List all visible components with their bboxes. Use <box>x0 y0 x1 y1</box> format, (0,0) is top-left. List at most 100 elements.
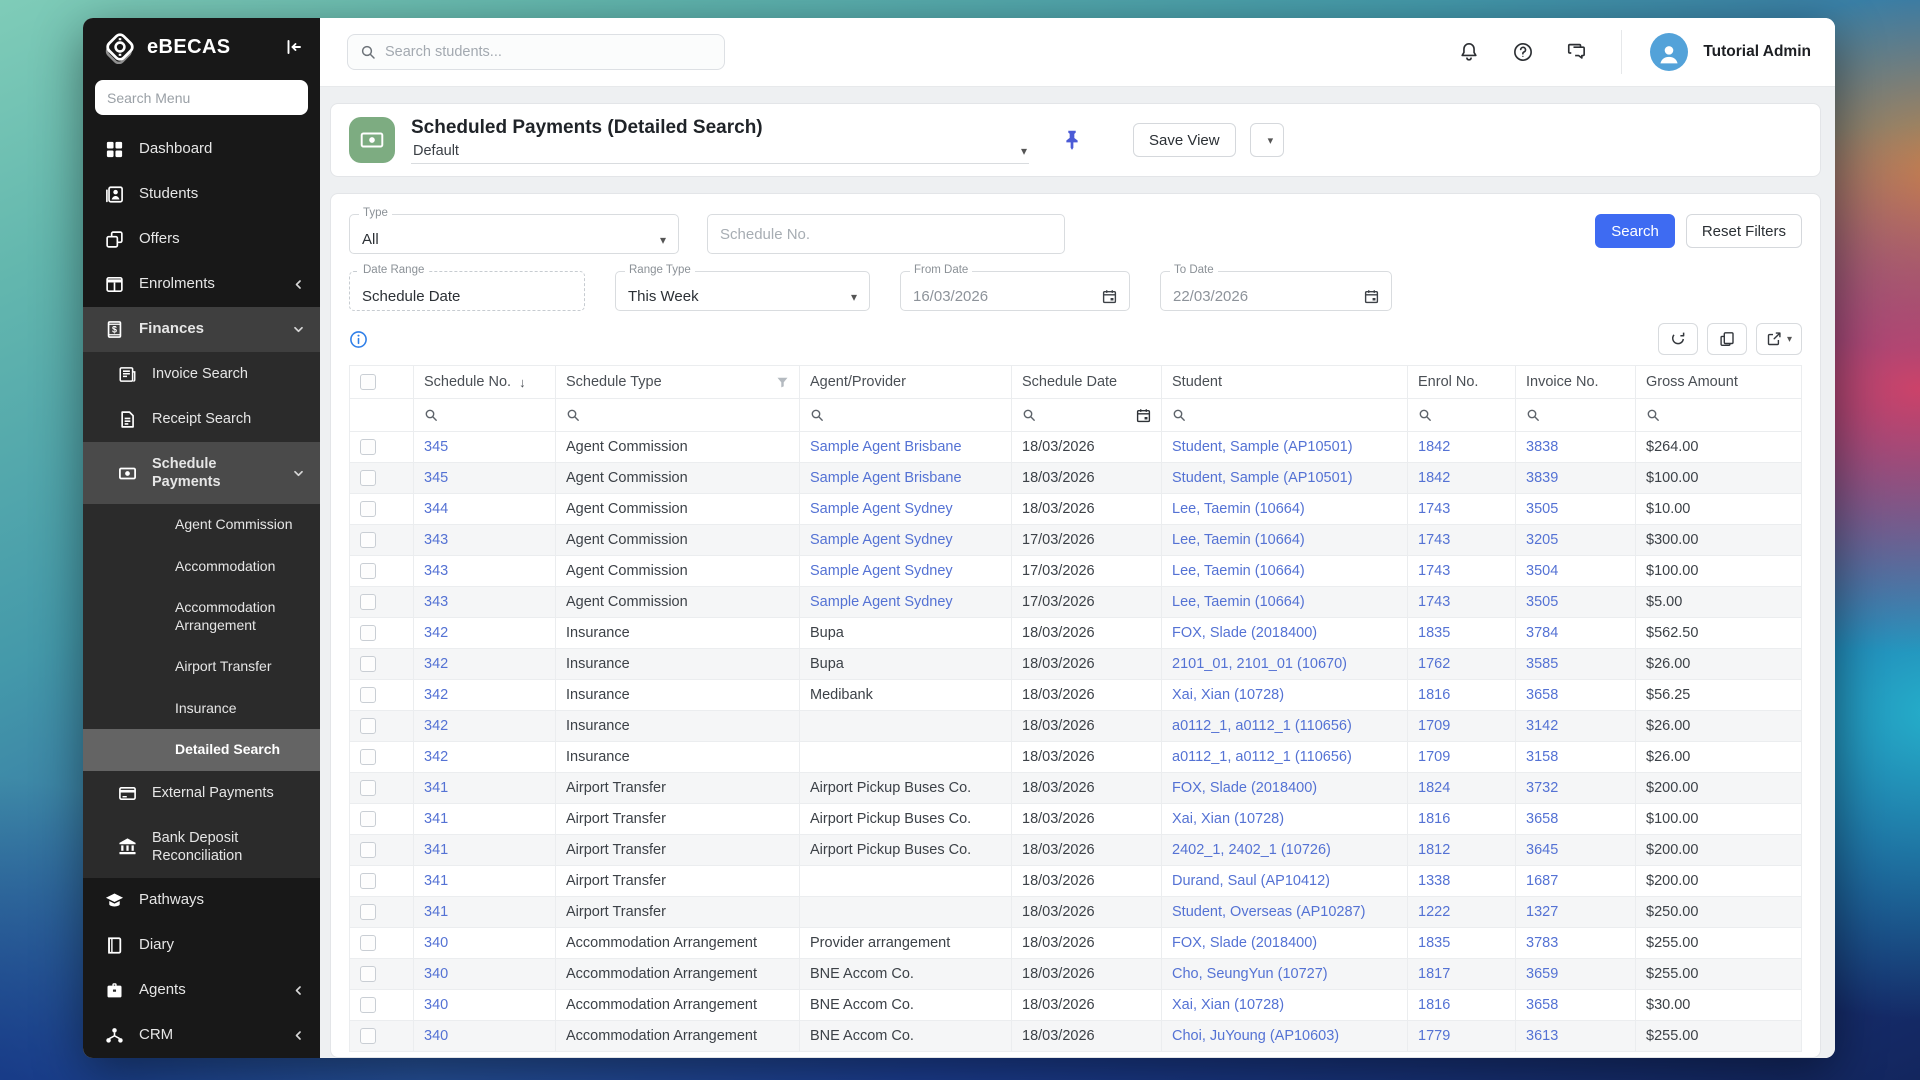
table-row[interactable]: 340Accommodation ArrangementBNE Accom Co… <box>350 990 1802 1021</box>
invoice-no-link[interactable]: 3645 <box>1526 842 1558 858</box>
schedule-no-link[interactable]: 342 <box>424 749 448 765</box>
row-checkbox[interactable] <box>360 749 376 765</box>
table-row[interactable]: 341Airport Transfer18/03/2026Durand, Sau… <box>350 866 1802 897</box>
invoice-no-link[interactable]: 3504 <box>1526 563 1558 579</box>
sidebar-item-airport-transfer[interactable]: Airport Transfer <box>83 646 320 688</box>
column-filter-schedule-date[interactable] <box>1012 399 1162 432</box>
filter-funnel-icon[interactable] <box>776 376 789 389</box>
agent-provider-link[interactable]: Sample Agent Brisbane <box>810 439 962 455</box>
enrol-no-link[interactable]: 1817 <box>1418 966 1450 982</box>
student-link[interactable]: 2101_01, 2101_01 (10670) <box>1172 656 1347 672</box>
schedule-no-link[interactable]: 345 <box>424 439 448 455</box>
agent-provider-link[interactable]: Sample Agent Sydney <box>810 563 953 579</box>
export-button[interactable]: ▾ <box>1756 323 1802 355</box>
table-row[interactable]: 340Accommodation ArrangementBNE Accom Co… <box>350 1021 1802 1052</box>
sidebar-item-agent-commission[interactable]: Agent Commission <box>83 504 320 546</box>
table-row[interactable]: 341Airport Transfer18/03/2026Student, Ov… <box>350 897 1802 928</box>
student-link[interactable]: a0112_1, a0112_1 (110656) <box>1172 718 1352 734</box>
row-checkbox[interactable] <box>360 904 376 920</box>
column-header-agent-provider[interactable]: Agent/Provider <box>800 366 1012 399</box>
invoice-no-link[interactable]: 3783 <box>1526 935 1558 951</box>
student-link[interactable]: Choi, JuYoung (AP10603) <box>1172 1028 1339 1044</box>
select-all-header[interactable] <box>350 366 414 399</box>
table-row[interactable]: 340Accommodation ArrangementBNE Accom Co… <box>350 959 1802 990</box>
row-checkbox[interactable] <box>360 532 376 548</box>
table-row[interactable]: 342Insurance18/03/2026a0112_1, a0112_1 (… <box>350 711 1802 742</box>
student-search-input[interactable]: Search students... <box>347 34 725 70</box>
enrol-no-link[interactable]: 1816 <box>1418 811 1450 827</box>
schedule-no-link[interactable]: 340 <box>424 935 448 951</box>
student-link[interactable]: Lee, Taemin (10664) <box>1172 532 1305 548</box>
table-row[interactable]: 340Accommodation ArrangementProvider arr… <box>350 928 1802 959</box>
table-row[interactable]: 342InsuranceBupa18/03/20262101_01, 2101_… <box>350 649 1802 680</box>
invoice-no-link[interactable]: 3158 <box>1526 749 1558 765</box>
schedule-no-link[interactable]: 342 <box>424 687 448 703</box>
column-header-schedule-type[interactable]: Schedule Type <box>556 366 800 399</box>
column-header-gross-amount[interactable]: Gross Amount <box>1636 366 1802 399</box>
enrol-no-link[interactable]: 1743 <box>1418 501 1450 517</box>
enrol-no-link[interactable]: 1835 <box>1418 935 1450 951</box>
enrol-no-link[interactable]: 1779 <box>1418 1028 1450 1044</box>
date-range-field[interactable]: Date Range Schedule Date <box>349 271 585 311</box>
column-filter-invoice-no[interactable] <box>1516 399 1636 432</box>
enrol-no-link[interactable]: 1842 <box>1418 439 1450 455</box>
invoice-no-link[interactable]: 3784 <box>1526 625 1558 641</box>
row-checkbox[interactable] <box>360 873 376 889</box>
student-link[interactable]: Student, Sample (AP10501) <box>1172 439 1353 455</box>
invoice-no-link[interactable]: 3613 <box>1526 1028 1558 1044</box>
schedule-no-link[interactable]: 341 <box>424 811 448 827</box>
sidebar-item-diary[interactable]: Diary <box>83 923 320 968</box>
column-header-schedule-date[interactable]: Schedule Date <box>1012 366 1162 399</box>
sidebar-item-accommodation-arrangement[interactable]: Accommodation Arrangement <box>83 587 320 646</box>
invoice-no-link[interactable]: 3585 <box>1526 656 1558 672</box>
agent-provider-link[interactable]: Sample Agent Sydney <box>810 594 953 610</box>
schedule-no-link[interactable]: 340 <box>424 997 448 1013</box>
sidebar-item-insurance[interactable]: Insurance <box>83 688 320 730</box>
sort-descending-icon[interactable]: ↓ <box>519 375 526 390</box>
table-row[interactable]: 342Insurance18/03/2026a0112_1, a0112_1 (… <box>350 742 1802 773</box>
schedule-no-link[interactable]: 343 <box>424 532 448 548</box>
student-link[interactable]: Lee, Taemin (10664) <box>1172 501 1305 517</box>
column-header-schedule-no[interactable]: Schedule No.↓ <box>414 366 556 399</box>
invoice-no-link[interactable]: 3142 <box>1526 718 1558 734</box>
user-menu[interactable]: Tutorial Admin <box>1650 33 1811 71</box>
agent-provider-link[interactable]: Sample Agent Sydney <box>810 501 953 517</box>
calendar-icon[interactable] <box>1102 289 1117 304</box>
enrol-no-link[interactable]: 1842 <box>1418 470 1450 486</box>
student-link[interactable]: FOX, Slade (2018400) <box>1172 780 1317 796</box>
student-link[interactable]: Xai, Xian (10728) <box>1172 687 1284 703</box>
row-checkbox[interactable] <box>360 439 376 455</box>
search-button[interactable]: Search <box>1595 214 1675 248</box>
row-checkbox[interactable] <box>360 718 376 734</box>
notifications-button[interactable] <box>1457 40 1481 64</box>
sidebar-item-accommodation[interactable]: Accommodation <box>83 546 320 588</box>
table-row[interactable]: 341Airport TransferAirport Pickup Buses … <box>350 804 1802 835</box>
to-date-field[interactable]: To Date 22/03/2026 <box>1160 271 1392 311</box>
info-icon[interactable] <box>349 330 368 349</box>
invoice-no-link[interactable]: 3838 <box>1526 439 1558 455</box>
enrol-no-link[interactable]: 1709 <box>1418 718 1450 734</box>
column-filter-schedule-no[interactable] <box>414 399 556 432</box>
enrol-no-link[interactable]: 1816 <box>1418 687 1450 703</box>
select-all-checkbox[interactable] <box>360 374 376 390</box>
menu-search-input[interactable] <box>95 80 308 115</box>
row-checkbox[interactable] <box>360 811 376 827</box>
row-checkbox[interactable] <box>360 780 376 796</box>
student-link[interactable]: Lee, Taemin (10664) <box>1172 594 1305 610</box>
column-header-student[interactable]: Student <box>1162 366 1408 399</box>
invoice-no-link[interactable]: 3505 <box>1526 501 1558 517</box>
schedule-no-link[interactable]: 340 <box>424 966 448 982</box>
schedule-no-link[interactable]: 344 <box>424 501 448 517</box>
table-row[interactable]: 342InsuranceBupa18/03/2026FOX, Slade (20… <box>350 618 1802 649</box>
schedule-no-link[interactable]: 341 <box>424 873 448 889</box>
enrol-no-link[interactable]: 1743 <box>1418 563 1450 579</box>
row-checkbox[interactable] <box>360 687 376 703</box>
table-row[interactable]: 341Airport TransferAirport Pickup Buses … <box>350 835 1802 866</box>
reset-filters-button[interactable]: Reset Filters <box>1686 214 1802 248</box>
sidebar-item-pathways[interactable]: Pathways <box>83 878 320 923</box>
pin-view-button[interactable] <box>1059 127 1085 153</box>
invoice-no-link[interactable]: 1687 <box>1526 873 1558 889</box>
schedule-no-link[interactable]: 345 <box>424 470 448 486</box>
enrol-no-link[interactable]: 1338 <box>1418 873 1450 889</box>
help-button[interactable] <box>1511 40 1535 64</box>
